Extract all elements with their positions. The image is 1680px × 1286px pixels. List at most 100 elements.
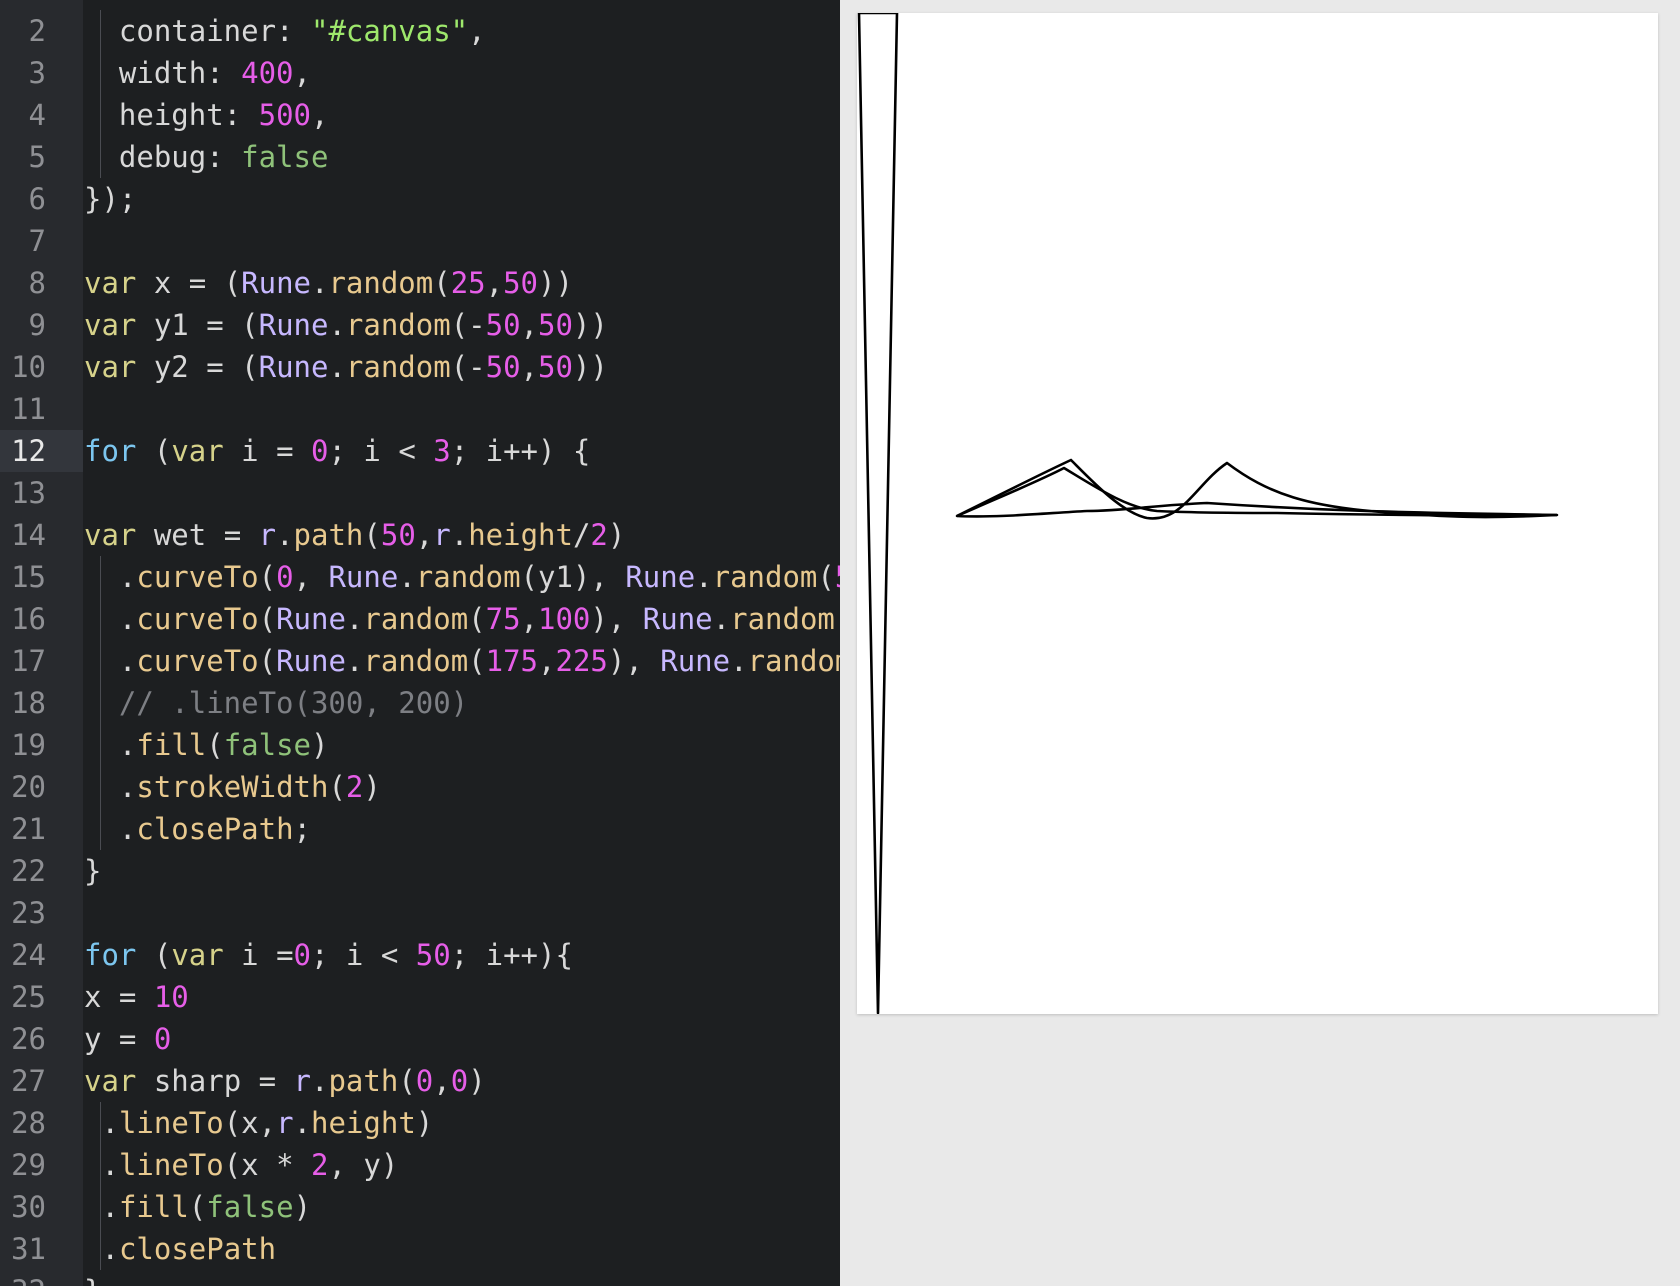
code-line[interactable]: 15 .curveTo(0, Rune.random(y1), Rune.ran… <box>0 556 840 598</box>
code-text[interactable]: container: "#canvas", <box>84 10 486 52</box>
code-text[interactable]: y = 0 <box>84 1018 171 1060</box>
code-line[interactable]: 20 .strokeWidth(2) <box>0 766 840 808</box>
code-line[interactable]: 32} <box>0 1270 840 1286</box>
code-text[interactable]: }); <box>84 178 136 220</box>
code-text[interactable]: .fill(false) <box>84 1186 311 1228</box>
code-line[interactable]: 27 var sharp = r.path(0,0) <box>0 1060 840 1102</box>
code-editor[interactable]: 2 container: "#canvas", 3 width: 400, 4 he… <box>0 0 840 1286</box>
code-text[interactable]: width: 400, <box>84 52 311 94</box>
code-line[interactable]: 31 .closePath <box>0 1228 840 1270</box>
code-token: ; i < <box>328 434 434 468</box>
code-text[interactable]: var y1 = (Rune.random(-50,50)) <box>84 304 608 346</box>
code-text[interactable]: var x = (Rune.random(25,50)) <box>84 262 573 304</box>
code-line[interactable]: 11 <box>0 388 840 430</box>
code-token: . <box>328 308 346 342</box>
code-line[interactable]: 14 var wet = r.path(50,r.height/2) <box>0 514 840 556</box>
code-token: ; i++) { <box>450 434 591 468</box>
code-token: ) <box>363 770 381 804</box>
code-text[interactable]: .lineTo(x * 2, y) <box>84 1144 398 1186</box>
code-text[interactable]: for (var i = 0; i < 3; i++) { <box>84 430 590 472</box>
code-token: i = <box>223 938 294 972</box>
code-token: . <box>101 1232 119 1266</box>
line-number: 7 <box>28 224 46 258</box>
code-text[interactable]: .closePath <box>84 1228 276 1270</box>
indent-guide <box>100 640 101 682</box>
code-line[interactable]: 25 x = 10 <box>0 976 840 1018</box>
code-line[interactable]: 10 var y2 = (Rune.random(-50,50)) <box>0 346 840 388</box>
code-token: var <box>84 350 137 384</box>
code-token: (x * <box>223 1148 312 1182</box>
code-text[interactable]: .curveTo(Rune.random(75,100), Rune.rando… <box>84 598 840 640</box>
code-line[interactable]: 12 for (var i = 0; i < 3; i++) { <box>0 430 840 472</box>
code-line[interactable]: 5 debug: false <box>0 136 840 178</box>
code-line[interactable]: 29 .lineTo(x * 2, y) <box>0 1144 840 1186</box>
code-line[interactable]: 3 width: 400, <box>0 52 840 94</box>
line-number: 10 <box>11 350 46 384</box>
code-token: 0 <box>415 1064 434 1098</box>
code-token: . <box>101 1190 119 1224</box>
code-text[interactable]: var wet = r.path(50,r.height/2) <box>84 514 625 556</box>
code-text[interactable]: var y2 = (Rune.random(-50,50)) <box>84 346 608 388</box>
code-line[interactable]: 16 .curveTo(Rune.random(75,100), Rune.ra… <box>0 598 840 640</box>
code-token: height <box>468 518 573 552</box>
code-line[interactable]: 2 container: "#canvas", <box>0 10 840 52</box>
code-token: container: <box>118 14 311 48</box>
code-line[interactable]: 22} <box>0 850 840 892</box>
code-text[interactable]: var sharp = r.path(0,0) <box>84 1060 486 1102</box>
code-line[interactable]: 24 for (var i =0; i < 50; i++){ <box>0 934 840 976</box>
code-text[interactable]: .fill(false) <box>84 724 329 766</box>
code-token: var <box>84 1064 137 1098</box>
code-token: . <box>398 560 416 594</box>
line-number: 16 <box>11 602 46 636</box>
code-line[interactable]: 28 .lineTo(x,r.height) <box>0 1102 840 1144</box>
code-token: height <box>311 1106 416 1140</box>
code-line[interactable]: 9 var y1 = (Rune.random(-50,50)) <box>0 304 840 346</box>
code-token: ( <box>468 602 486 636</box>
code-text[interactable]: .lineTo(x,r.height) <box>84 1102 433 1144</box>
code-token: y1 = ( <box>136 308 259 342</box>
code-line[interactable]: 4 height: 500, <box>0 94 840 136</box>
code-token: 50 <box>485 350 521 384</box>
code-token: (- <box>450 308 486 342</box>
code-token: , <box>485 266 504 300</box>
code-token: r <box>433 518 451 552</box>
code-line[interactable]: 30 .fill(false) <box>0 1186 840 1228</box>
code-text[interactable]: .curveTo(0, Rune.random(y1), Rune.random… <box>84 556 840 598</box>
code-line[interactable]: 17 .curveTo(Rune.random(175,225), Rune.r… <box>0 640 840 682</box>
code-line[interactable]: 6}); <box>0 178 840 220</box>
code-text[interactable]: } <box>84 1270 101 1286</box>
code-token: ) <box>311 728 329 762</box>
code-token: . <box>328 350 346 384</box>
code-line[interactable]: 19 .fill(false) <box>0 724 840 766</box>
code-text[interactable]: height: 500, <box>84 94 329 136</box>
code-token: } <box>84 1274 101 1286</box>
code-token: . <box>276 518 294 552</box>
code-line[interactable]: 13 <box>0 472 840 514</box>
code-line[interactable]: 26 y = 0 <box>0 1018 840 1060</box>
code-text[interactable]: // .lineTo(300, 200) <box>84 682 468 724</box>
code-line[interactable]: 7 <box>0 220 840 262</box>
indent-guide <box>100 10 101 52</box>
code-text[interactable]: .curveTo(Rune.random(175,225), Rune.rand… <box>84 640 840 682</box>
code-text[interactable]: debug: false <box>84 136 329 178</box>
code-token: ( <box>433 266 451 300</box>
indent-guide <box>100 1102 101 1144</box>
line-number: 28 <box>11 1106 46 1140</box>
code-token: . <box>118 602 137 636</box>
code-text[interactable]: x = 10 <box>84 976 189 1018</box>
code-token: Rune <box>328 560 399 594</box>
code-token: (x, <box>223 1106 277 1140</box>
code-token: random <box>415 560 521 594</box>
code-text[interactable]: .strokeWidth(2) <box>84 766 381 808</box>
code-line[interactable]: 23 <box>0 892 840 934</box>
code-line[interactable]: 18 // .lineTo(300, 200) <box>0 682 840 724</box>
code-text[interactable]: for (var i =0; i < 50; i++){ <box>84 934 573 976</box>
code-token: 75 <box>485 602 521 636</box>
code-line[interactable]: 21 .closePath; <box>0 808 840 850</box>
code-text[interactable]: .closePath; <box>84 808 311 850</box>
line-number: 18 <box>11 686 46 720</box>
code-token: . <box>118 770 137 804</box>
code-text[interactable]: } <box>84 850 101 892</box>
code-line[interactable]: 8 var x = (Rune.random(25,50)) <box>0 262 840 304</box>
